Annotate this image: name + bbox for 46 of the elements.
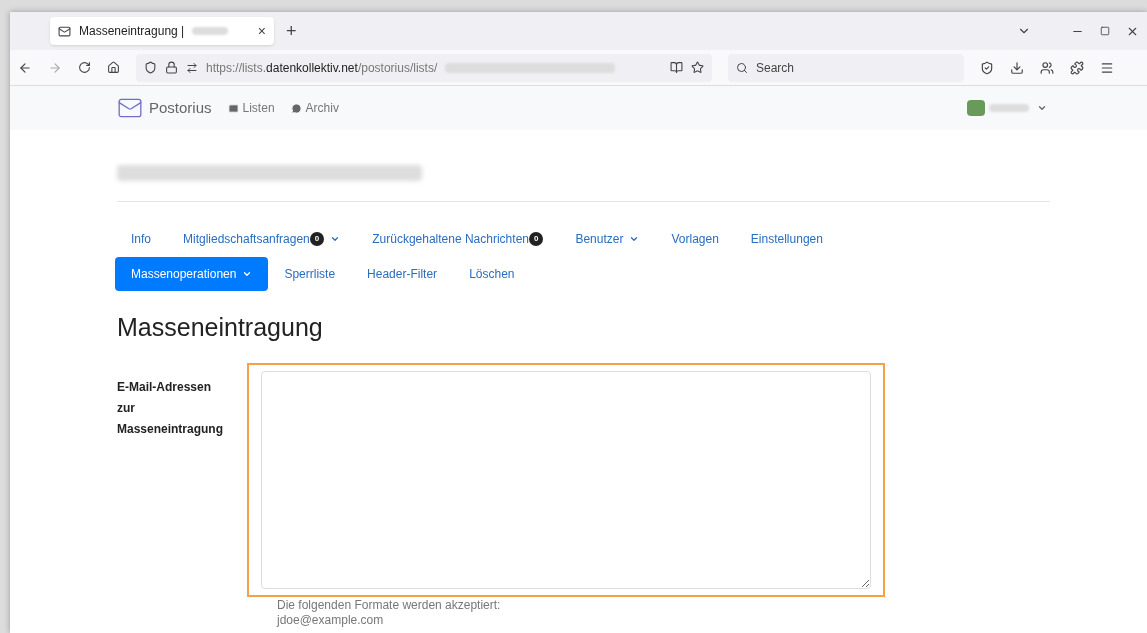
page-heading: Masseneintragung [117,312,324,343]
maximize-icon[interactable] [1100,26,1110,36]
browser-tab[interactable]: Masseneintragung | × [50,17,274,45]
reader-icon[interactable] [670,61,683,74]
shield-icon [144,61,157,74]
envelope-icon [58,24,71,38]
blurred-text [192,27,229,35]
tab-title: Masseneintragung | [79,23,185,40]
nav-tab[interactable]: Einstellungen [734,226,839,252]
download-icon[interactable] [1010,60,1024,75]
url-text: https://lists.datenkollektiv.net/postorius/lists/ [206,59,438,77]
extensions-icon[interactable] [1070,60,1084,75]
account-icon[interactable] [1040,60,1054,75]
search-field[interactable]: Search [728,53,964,82]
nav-tab[interactable]: Löschen [453,261,531,287]
search-icon [736,61,748,74]
back-icon[interactable] [18,60,32,75]
help-text: Die folgenden Formate werden akzeptiert: [277,597,502,613]
star-icon[interactable] [691,61,704,74]
caret-icon[interactable] [1037,103,1047,113]
nav-link[interactable]: Archiv [305,99,339,117]
menu-icon[interactable] [1100,60,1114,75]
address-bar[interactable]: https://lists.datenkollektiv.net/postorius/lists/ [136,53,712,82]
nav-tab[interactable]: Benutzer [559,226,656,252]
home-icon[interactable] [107,61,120,74]
nav-link[interactable]: Listen [242,99,275,117]
help-text: jdoe@example.com [277,612,385,628]
count-badge: 0 [309,232,325,246]
permissions-icon [186,61,198,74]
nav-tab[interactable]: Info [115,226,167,252]
blurred-text [989,104,1029,112]
nav-tab[interactable]: Zurückgehaltene Nachrichten 0 [356,226,560,252]
nav-tab[interactable]: Massenoperationen [115,257,269,291]
nav-tab[interactable]: Mitgliedschaftsanfragen 0 [167,226,357,252]
new-tab-button[interactable]: + [286,17,297,45]
nav-tab[interactable]: Vorlagen [655,226,735,252]
close-tab-button[interactable]: × [257,20,266,42]
nav-tab[interactable]: Header-Filter [351,261,454,287]
field-label: E-Mail-Adressen zur Masseneintragung [117,378,225,438]
reload-icon[interactable] [78,61,91,74]
brand-link[interactable]: Postorius [149,96,212,120]
lock-icon [165,61,178,74]
speech-bubble-icon [290,102,302,114]
count-badge: 0 [529,232,544,246]
envelope-icon [227,102,239,114]
nav-tab[interactable]: Sperrliste [268,261,352,287]
